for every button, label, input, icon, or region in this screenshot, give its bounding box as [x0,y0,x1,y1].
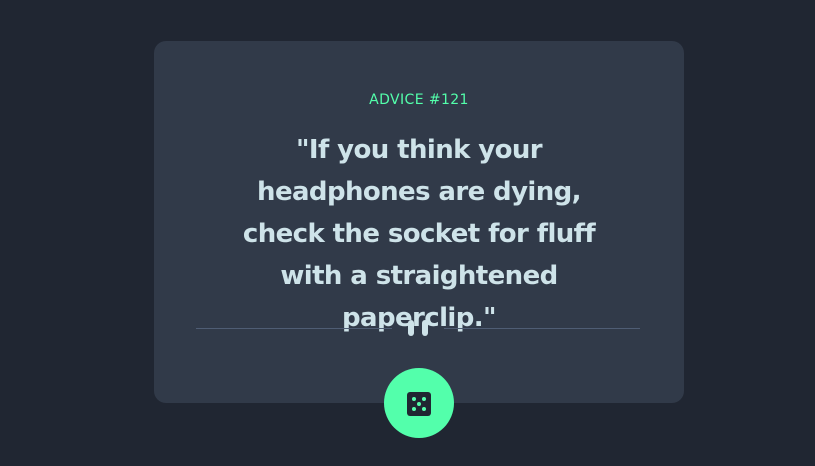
dice-icon [407,392,431,416]
advice-id: ADVICE #121 [369,92,469,108]
advice-card: ADVICE #121 "If you think your headphone… [154,41,684,403]
new-advice-button[interactable] [384,368,454,438]
divider-line-right [444,328,640,329]
pause-icon [408,320,428,336]
divider-line-left [196,328,392,329]
advice-quote: "If you think your headphones are dying,… [242,135,596,333]
